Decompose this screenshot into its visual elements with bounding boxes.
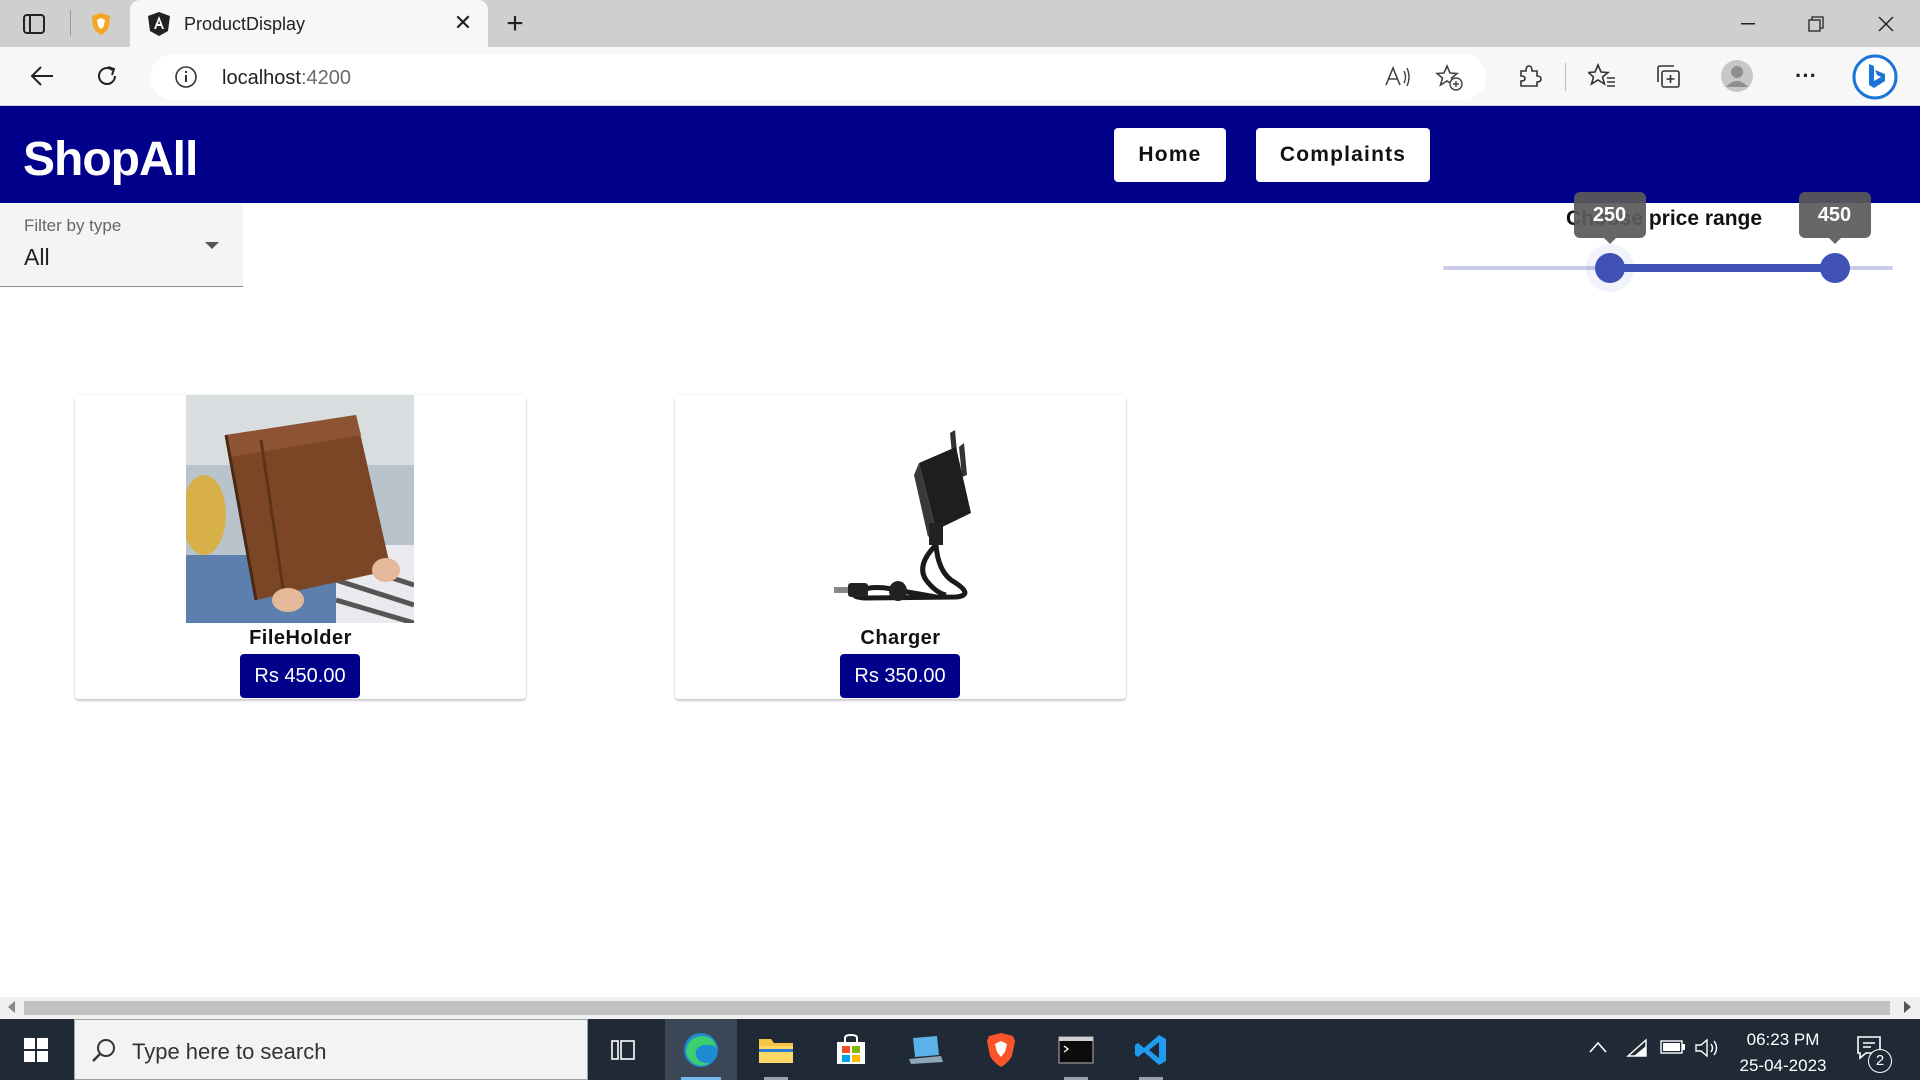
info-icon[interactable]: [174, 65, 198, 89]
favorites-icon[interactable]: [1585, 59, 1619, 93]
clock-date: 25-04-2023: [1739, 1056, 1827, 1075]
laptop-app-icon[interactable]: [890, 1019, 962, 1080]
horizontal-scroll-thumb[interactable]: [24, 1001, 1890, 1015]
chevron-up-icon[interactable]: [1588, 1038, 1608, 1059]
product-name: FileHolder: [249, 627, 352, 649]
vscode-icon[interactable]: [1115, 1019, 1187, 1080]
back-icon[interactable]: [25, 59, 59, 93]
angular-logo-icon: [146, 11, 172, 37]
network-icon[interactable]: [1626, 1038, 1650, 1063]
read-aloud-icon[interactable]: [1384, 65, 1412, 89]
horizontal-scrollbar[interactable]: [0, 997, 1920, 1019]
collections-icon[interactable]: [1651, 59, 1685, 93]
extensions-icon[interactable]: [1512, 59, 1546, 93]
filter-label: Filter by type: [24, 216, 122, 235]
restore-icon[interactable]: [1786, 0, 1846, 47]
url-port: :4200: [300, 67, 351, 89]
close-icon[interactable]: ✕: [450, 10, 476, 36]
add-favorite-icon[interactable]: [1434, 63, 1463, 92]
window-close-icon[interactable]: [1856, 0, 1916, 47]
home-button[interactable]: Home: [1114, 128, 1226, 182]
notification-badge: 2: [1868, 1049, 1892, 1073]
file-explorer-icon[interactable]: [740, 1019, 812, 1080]
tab-title: ProductDisplay: [184, 14, 306, 34]
brave-icon[interactable]: [965, 1019, 1037, 1080]
taskbar-search-input[interactable]: Type here to search: [74, 1019, 588, 1080]
terminal-icon[interactable]: [1040, 1019, 1112, 1080]
new-tab-icon[interactable]: +: [500, 7, 530, 40]
brave-shield-icon[interactable]: [86, 10, 116, 38]
product-card-fileholder[interactable]: FileHolder Rs 450.00: [75, 395, 526, 699]
product-price-badge: Rs 350.00: [840, 654, 960, 698]
product-name: Charger: [860, 627, 941, 649]
filter-value: All: [24, 244, 50, 270]
product-image-charger: [786, 395, 1014, 623]
url-text: localhost:4200: [222, 67, 351, 90]
search-icon: [91, 1038, 117, 1064]
edge-icon[interactable]: [665, 1019, 737, 1080]
minimize-icon[interactable]: [1718, 0, 1778, 47]
url-host: localhost: [222, 67, 301, 89]
refresh-icon[interactable]: [90, 59, 124, 93]
filter-type-select[interactable]: Filter by type All: [0, 204, 243, 287]
price-min-thumb[interactable]: [1594, 253, 1625, 283]
brand-logo[interactable]: ShopAll: [23, 132, 198, 187]
store-icon[interactable]: [815, 1019, 887, 1080]
tab-actions-icon[interactable]: [19, 10, 49, 38]
task-view-icon[interactable]: [588, 1019, 660, 1080]
profile-icon[interactable]: [1720, 59, 1754, 93]
price-min-tooltip: 250: [1573, 192, 1646, 244]
windows-taskbar: Type here to search 06:23 PM 25-04-2023: [0, 1019, 1920, 1080]
chevron-down-icon: [205, 242, 219, 249]
price-range-active-track: [1609, 264, 1835, 272]
scroll-right-icon[interactable]: [1904, 1001, 1911, 1013]
more-icon[interactable]: ···: [1789, 59, 1823, 93]
scroll-left-icon[interactable]: [8, 1001, 15, 1013]
taskbar-clock[interactable]: 06:23 PM 25-04-2023: [1732, 1027, 1834, 1079]
windows-start-icon[interactable]: [0, 1019, 72, 1080]
bing-icon[interactable]: [1852, 54, 1898, 100]
product-image-fileholder: [182, 395, 415, 626]
tab-divider: [70, 10, 71, 36]
browser-tab-bar: ProductDisplay ✕ +: [0, 0, 1920, 47]
search-placeholder: Type here to search: [132, 1039, 327, 1064]
address-bar-row: localhost:4200 ···: [0, 47, 1920, 106]
complaints-button[interactable]: Complaints: [1256, 128, 1430, 182]
price-max-tooltip: 450: [1798, 192, 1871, 244]
price-max-thumb[interactable]: [1819, 253, 1850, 283]
product-price-badge: Rs 450.00: [240, 654, 360, 698]
battery-icon[interactable]: [1660, 1038, 1686, 1061]
product-card-charger[interactable]: Charger Rs 350.00: [675, 395, 1126, 699]
app-header: ShopAll Home Complaints: [0, 106, 1920, 203]
toolbar-divider: [1565, 63, 1566, 91]
clock-time: 06:23 PM: [1746, 1030, 1820, 1049]
tab-productdisplay[interactable]: ProductDisplay ✕: [130, 0, 488, 47]
volume-icon[interactable]: [1694, 1038, 1720, 1063]
url-input[interactable]: localhost:4200: [150, 54, 1486, 100]
